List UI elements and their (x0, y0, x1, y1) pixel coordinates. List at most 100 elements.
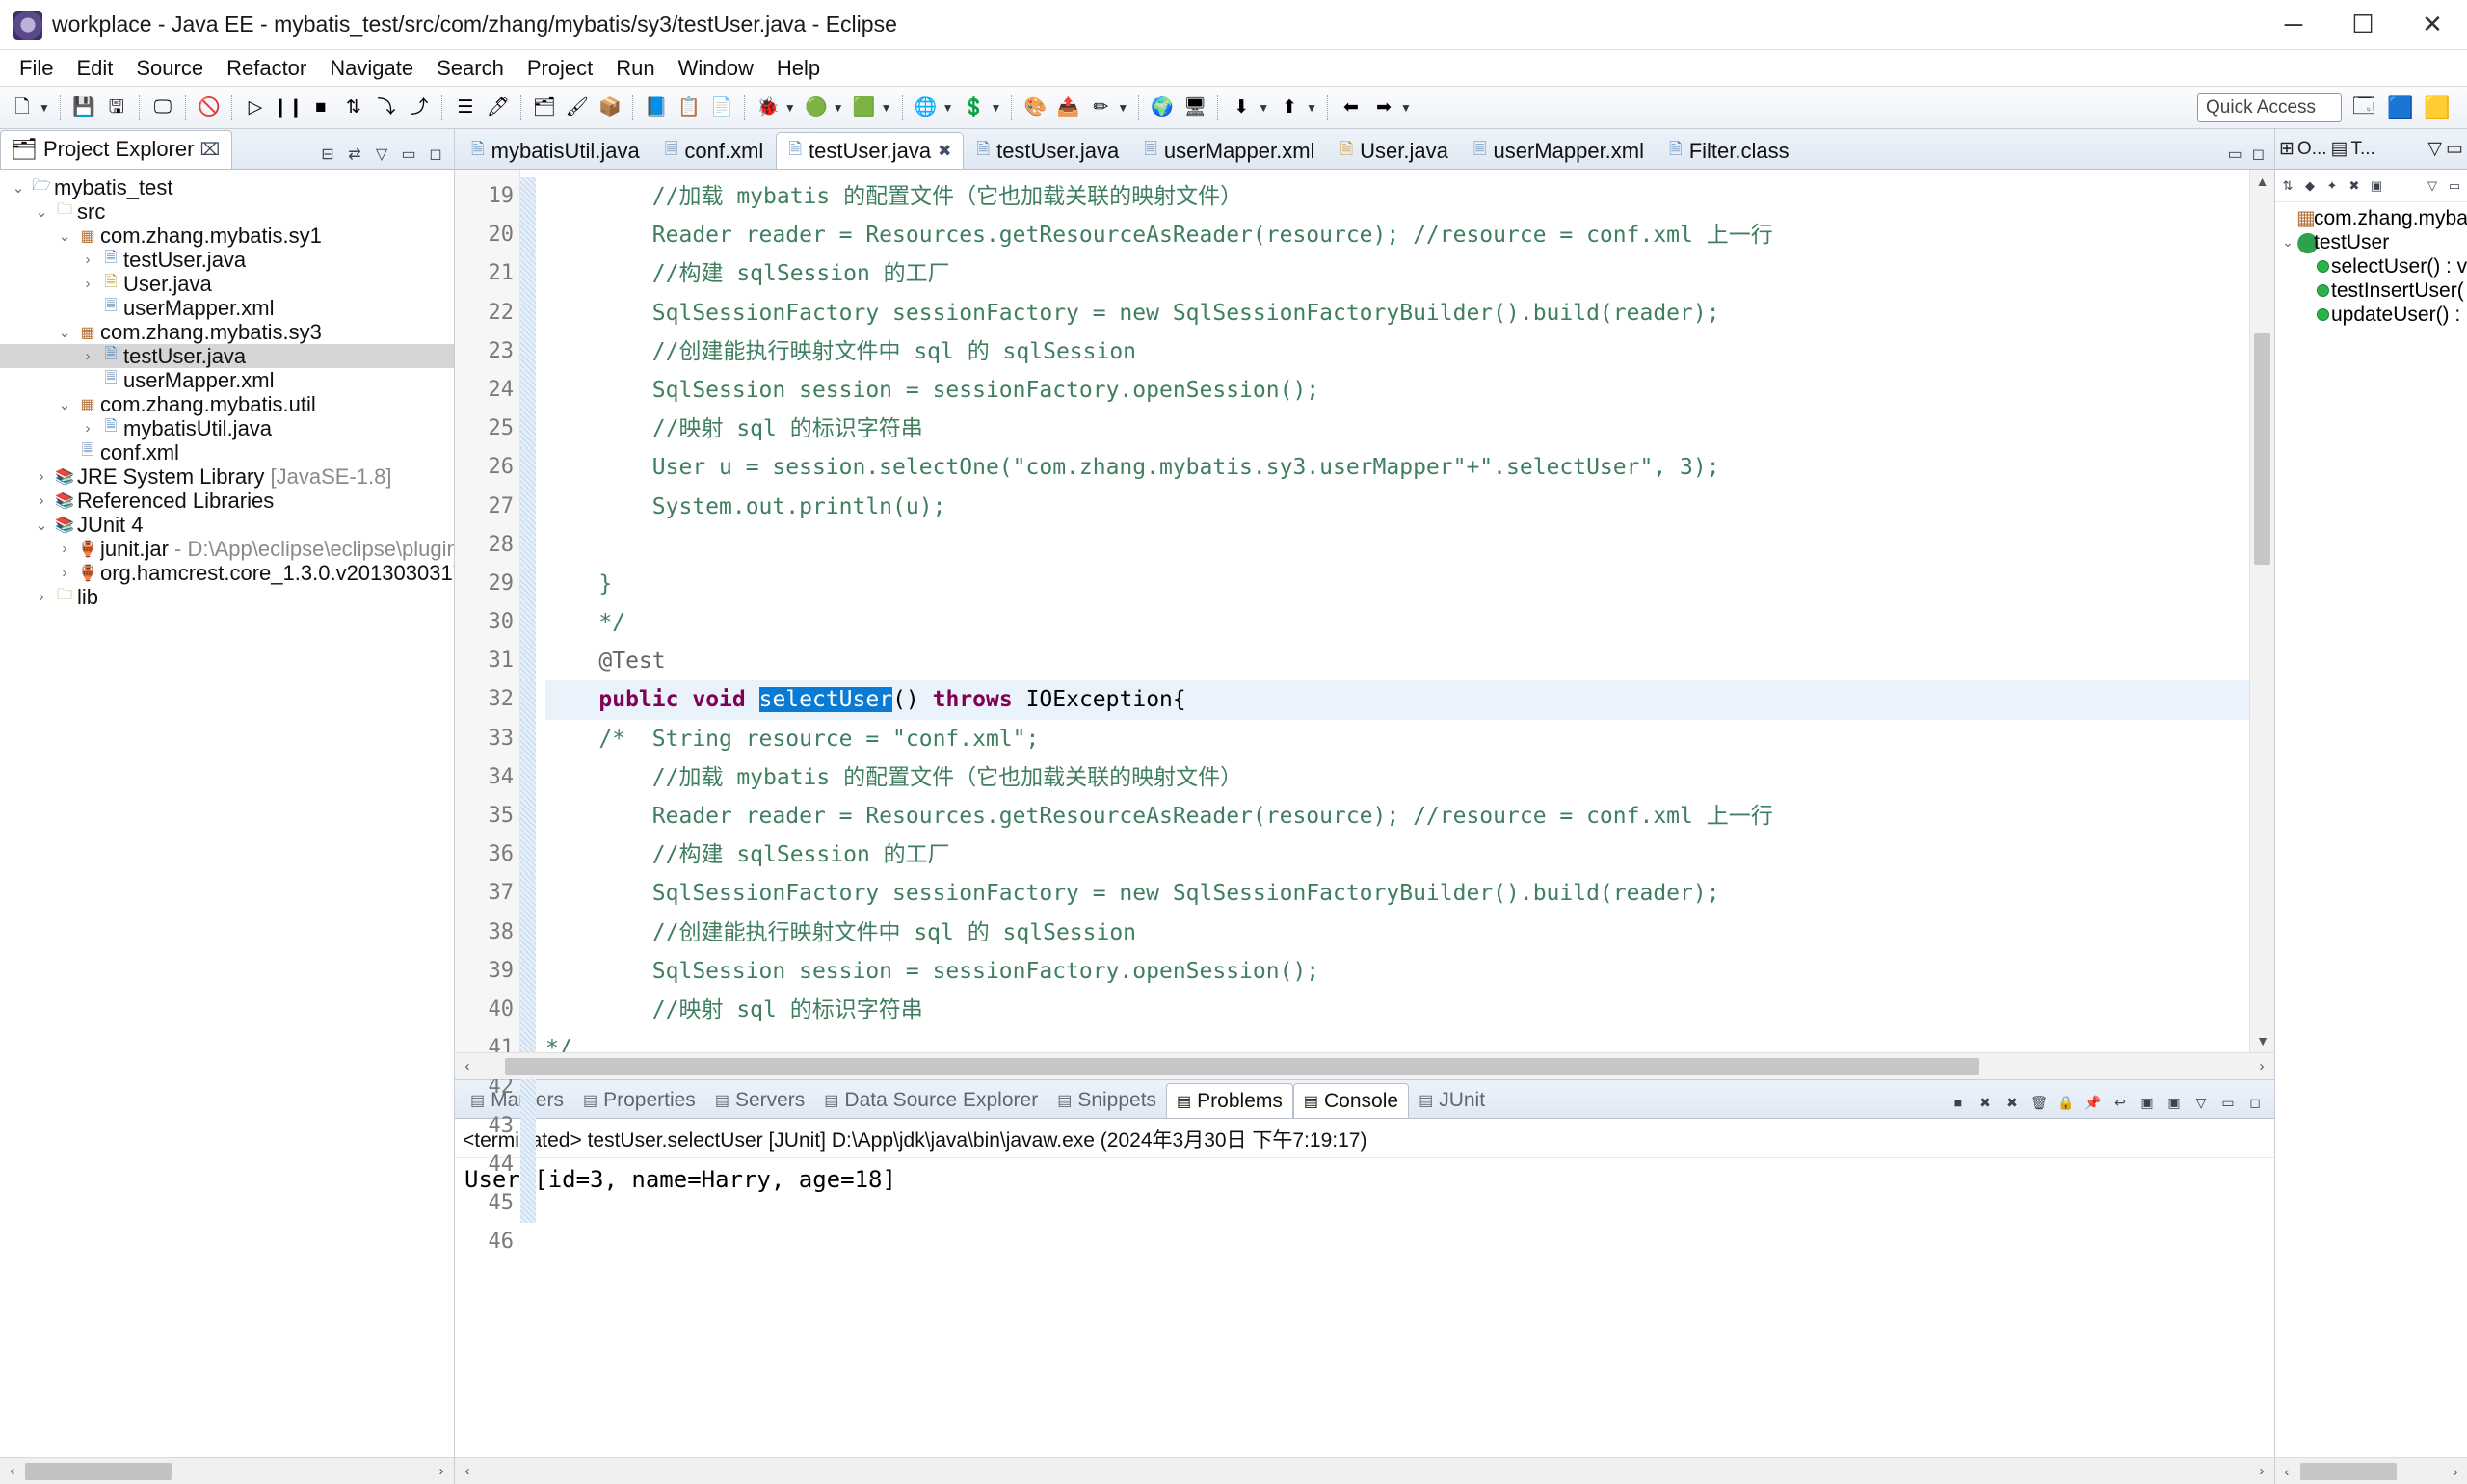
profile-dropdown-icon[interactable]: ▼ (990, 101, 1001, 115)
fold-marker[interactable] (520, 487, 536, 526)
tree-twisty[interactable]: › (31, 492, 52, 509)
code-line-19[interactable]: //加载 mybatis 的配置文件（它也加载关联的映射文件） (545, 177, 2249, 216)
vscroll-thumb[interactable] (2254, 333, 2270, 565)
hscroll-thumb[interactable] (505, 1058, 1979, 1075)
hide-fields-icon[interactable]: ◆ (2300, 176, 2320, 196)
close-button[interactable]: ✕ (2398, 0, 2467, 50)
minimize-icon[interactable]: ▭ (2228, 145, 2242, 164)
bottom-tab-snippets[interactable]: ▤ Snippets (1048, 1083, 1166, 1118)
maximize-button[interactable]: ☐ (2328, 0, 2398, 50)
skip-breakpoints-icon[interactable]: 🚫 (195, 93, 224, 122)
fold-marker[interactable] (520, 680, 536, 720)
format-icon[interactable]: 🖊 (484, 93, 513, 122)
outline-collapse-icon[interactable]: ▭ (2445, 176, 2464, 196)
code-line-21[interactable]: //构建 sqlSession 的工厂 (545, 254, 2249, 293)
tree-twisty[interactable]: ⌄ (31, 203, 52, 221)
maximize-icon[interactable]: ◻ (2252, 145, 2265, 164)
remove-all-icon[interactable]: ✖ (2001, 1091, 2024, 1114)
code-line-24[interactable]: SqlSession session = sessionFactory.open… (545, 371, 2249, 410)
fold-marker[interactable] (520, 1106, 536, 1146)
debug-icon[interactable]: 🐞 (754, 93, 783, 122)
scroll-right-icon[interactable]: › (2249, 1058, 2274, 1074)
tree-item-mybatisutil-java[interactable]: › 🗎 mybatisUtil.java (0, 416, 454, 440)
code-line-27[interactable]: System.out.println(u); (545, 488, 2249, 526)
code-line-33[interactable]: /* String resource = "conf.xml"; (545, 720, 2249, 758)
outline-hscrollbar[interactable]: ‹ › (2275, 1457, 2467, 1484)
project-tree[interactable]: ⌄ 🗁 mybatis_test ⌄ 🗀 src ⌄ ▦ com.zhang.mybatis.s… (0, 170, 454, 1457)
open-type-icon[interactable]: 📘 (642, 93, 671, 122)
tree-item-conf-xml[interactable]: 🗏 conf.xml (0, 440, 454, 464)
forward-icon[interactable]: ➡ (1369, 93, 1398, 122)
editor-tab-7-filter-class[interactable]: 🗎 Filter.class (1657, 132, 1802, 169)
code-line-31[interactable]: @Test (545, 642, 2249, 680)
code-line-36[interactable]: //构建 sqlSession 的工厂 (545, 835, 2249, 874)
tree-twisty[interactable]: › (77, 276, 98, 292)
outline-item-selectuser-v[interactable]: selectUser() : v (2275, 254, 2467, 278)
tree-item-user-java[interactable]: › 🗎 User.java (0, 272, 454, 296)
tree-item-org-hamcrest-core-1-3-0-v201303031735-jar[interactable]: ›🏺org.hamcrest.core_1.3.0.v201303031735.… (0, 561, 455, 585)
tree-twisty[interactable]: › (77, 348, 98, 364)
fold-marker[interactable] (520, 293, 536, 332)
next-annotation-icon[interactable]: ⬇ (1227, 93, 1256, 122)
export-icon[interactable]: 📤 (1053, 93, 1082, 122)
menu-refactor[interactable]: Refactor (215, 52, 318, 85)
server-dropdown-icon[interactable]: ▼ (942, 101, 954, 115)
new-server-icon[interactable]: 🌐 (912, 93, 941, 122)
fold-marker[interactable] (520, 874, 536, 914)
tree-item-testuser-java[interactable]: › 🗎 testUser.java (0, 344, 454, 368)
outline-item-testuser[interactable]: ⌄ ⬤ testUser (2275, 230, 2467, 254)
minimize-icon[interactable]: ▭ (398, 144, 419, 165)
bottom-tab-problems[interactable]: ▤ Problems (1166, 1083, 1293, 1118)
scroll-lock-icon[interactable]: 🔒 (2055, 1091, 2078, 1114)
close-icon[interactable]: ⌧ (199, 140, 220, 160)
remove-launch-icon[interactable]: ✖ (1974, 1091, 1997, 1114)
tree-twisty[interactable]: › (54, 541, 75, 557)
fold-marker[interactable] (520, 1145, 536, 1184)
code-line-32[interactable]: public void selectUser() throws IOExcept… (545, 680, 2249, 720)
code-line-22[interactable]: SqlSessionFactory sessionFactory = new S… (545, 294, 2249, 332)
coverage-icon[interactable]: 🟩 (850, 93, 879, 122)
fold-marker[interactable] (520, 177, 536, 217)
fold-marker[interactable] (520, 642, 536, 681)
bottom-tab-console[interactable]: ▤ Console (1292, 1083, 1410, 1118)
tree-twisty[interactable]: › (31, 589, 52, 605)
menu-project[interactable]: Project (516, 52, 604, 85)
collapse-all-icon[interactable]: ⊟ (317, 144, 338, 165)
code-line-34[interactable]: //加载 mybatis 的配置文件（它也加载关联的映射文件） (545, 758, 2249, 797)
coverage-dropdown-icon[interactable]: ▼ (881, 101, 892, 115)
quick-access-input[interactable]: Quick Access (2197, 93, 2342, 122)
hide-non-public-icon[interactable]: ✖ (2345, 176, 2364, 196)
tree-twisty[interactable]: ⌄ (54, 324, 75, 341)
tree-item-com-zhang-mybatis-util[interactable]: ⌄ ▦ com.zhang.mybatis.util (0, 392, 454, 416)
view-menu-icon[interactable]: ▽ (2189, 1091, 2213, 1114)
link-with-editor-icon[interactable]: ⇄ (344, 144, 365, 165)
fold-marker[interactable] (520, 603, 536, 643)
tree-twisty[interactable]: ⌄ (54, 227, 75, 245)
folding-bar[interactable] (520, 170, 536, 1224)
project-explorer-hscrollbar[interactable]: ‹ › (0, 1457, 454, 1484)
fold-marker[interactable] (520, 448, 536, 488)
maximize-icon[interactable]: ◻ (2243, 1091, 2267, 1114)
pencil-icon[interactable]: ✏ (1086, 93, 1115, 122)
tree-item-src[interactable]: ⌄ 🗀 src (0, 199, 454, 224)
tree-item-jre-system-library[interactable]: › 📚 JRE System Library [JavaSE-1.8] (0, 464, 454, 489)
hide-local-types-icon[interactable]: ▣ (2367, 176, 2386, 196)
tree-item-usermapper-xml[interactable]: 🗏 userMapper.xml (0, 296, 454, 320)
editor-tab-4-usermapper-xml[interactable]: 🗏 userMapper.xml (1131, 132, 1327, 169)
new-package-icon[interactable]: 📦 (596, 93, 624, 122)
scroll-down-icon[interactable]: ▼ (2250, 1029, 2275, 1052)
bottom-tab-properties[interactable]: ▤ Properties (573, 1083, 705, 1118)
new-dropdown-icon[interactable]: ▼ (39, 101, 50, 115)
open-perspective-icon[interactable]: 🗔 (2349, 93, 2378, 122)
menu-help[interactable]: Help (765, 52, 832, 85)
back-icon[interactable]: ⬅ (1337, 93, 1366, 122)
history-dropdown-icon[interactable]: ▼ (1400, 101, 1412, 115)
web-browser-icon[interactable]: 🌍 (1148, 93, 1177, 122)
minimize-icon[interactable]: ▭ (2216, 1091, 2240, 1114)
scroll-thumb[interactable] (2300, 1462, 2397, 1480)
code-line-39[interactable]: SqlSession session = sessionFactory.open… (545, 952, 2249, 991)
fold-marker[interactable] (520, 951, 536, 991)
new-class-icon[interactable]: 🖌 (563, 93, 592, 122)
tree-twisty[interactable]: › (77, 252, 98, 268)
fold-marker[interactable] (520, 254, 536, 294)
